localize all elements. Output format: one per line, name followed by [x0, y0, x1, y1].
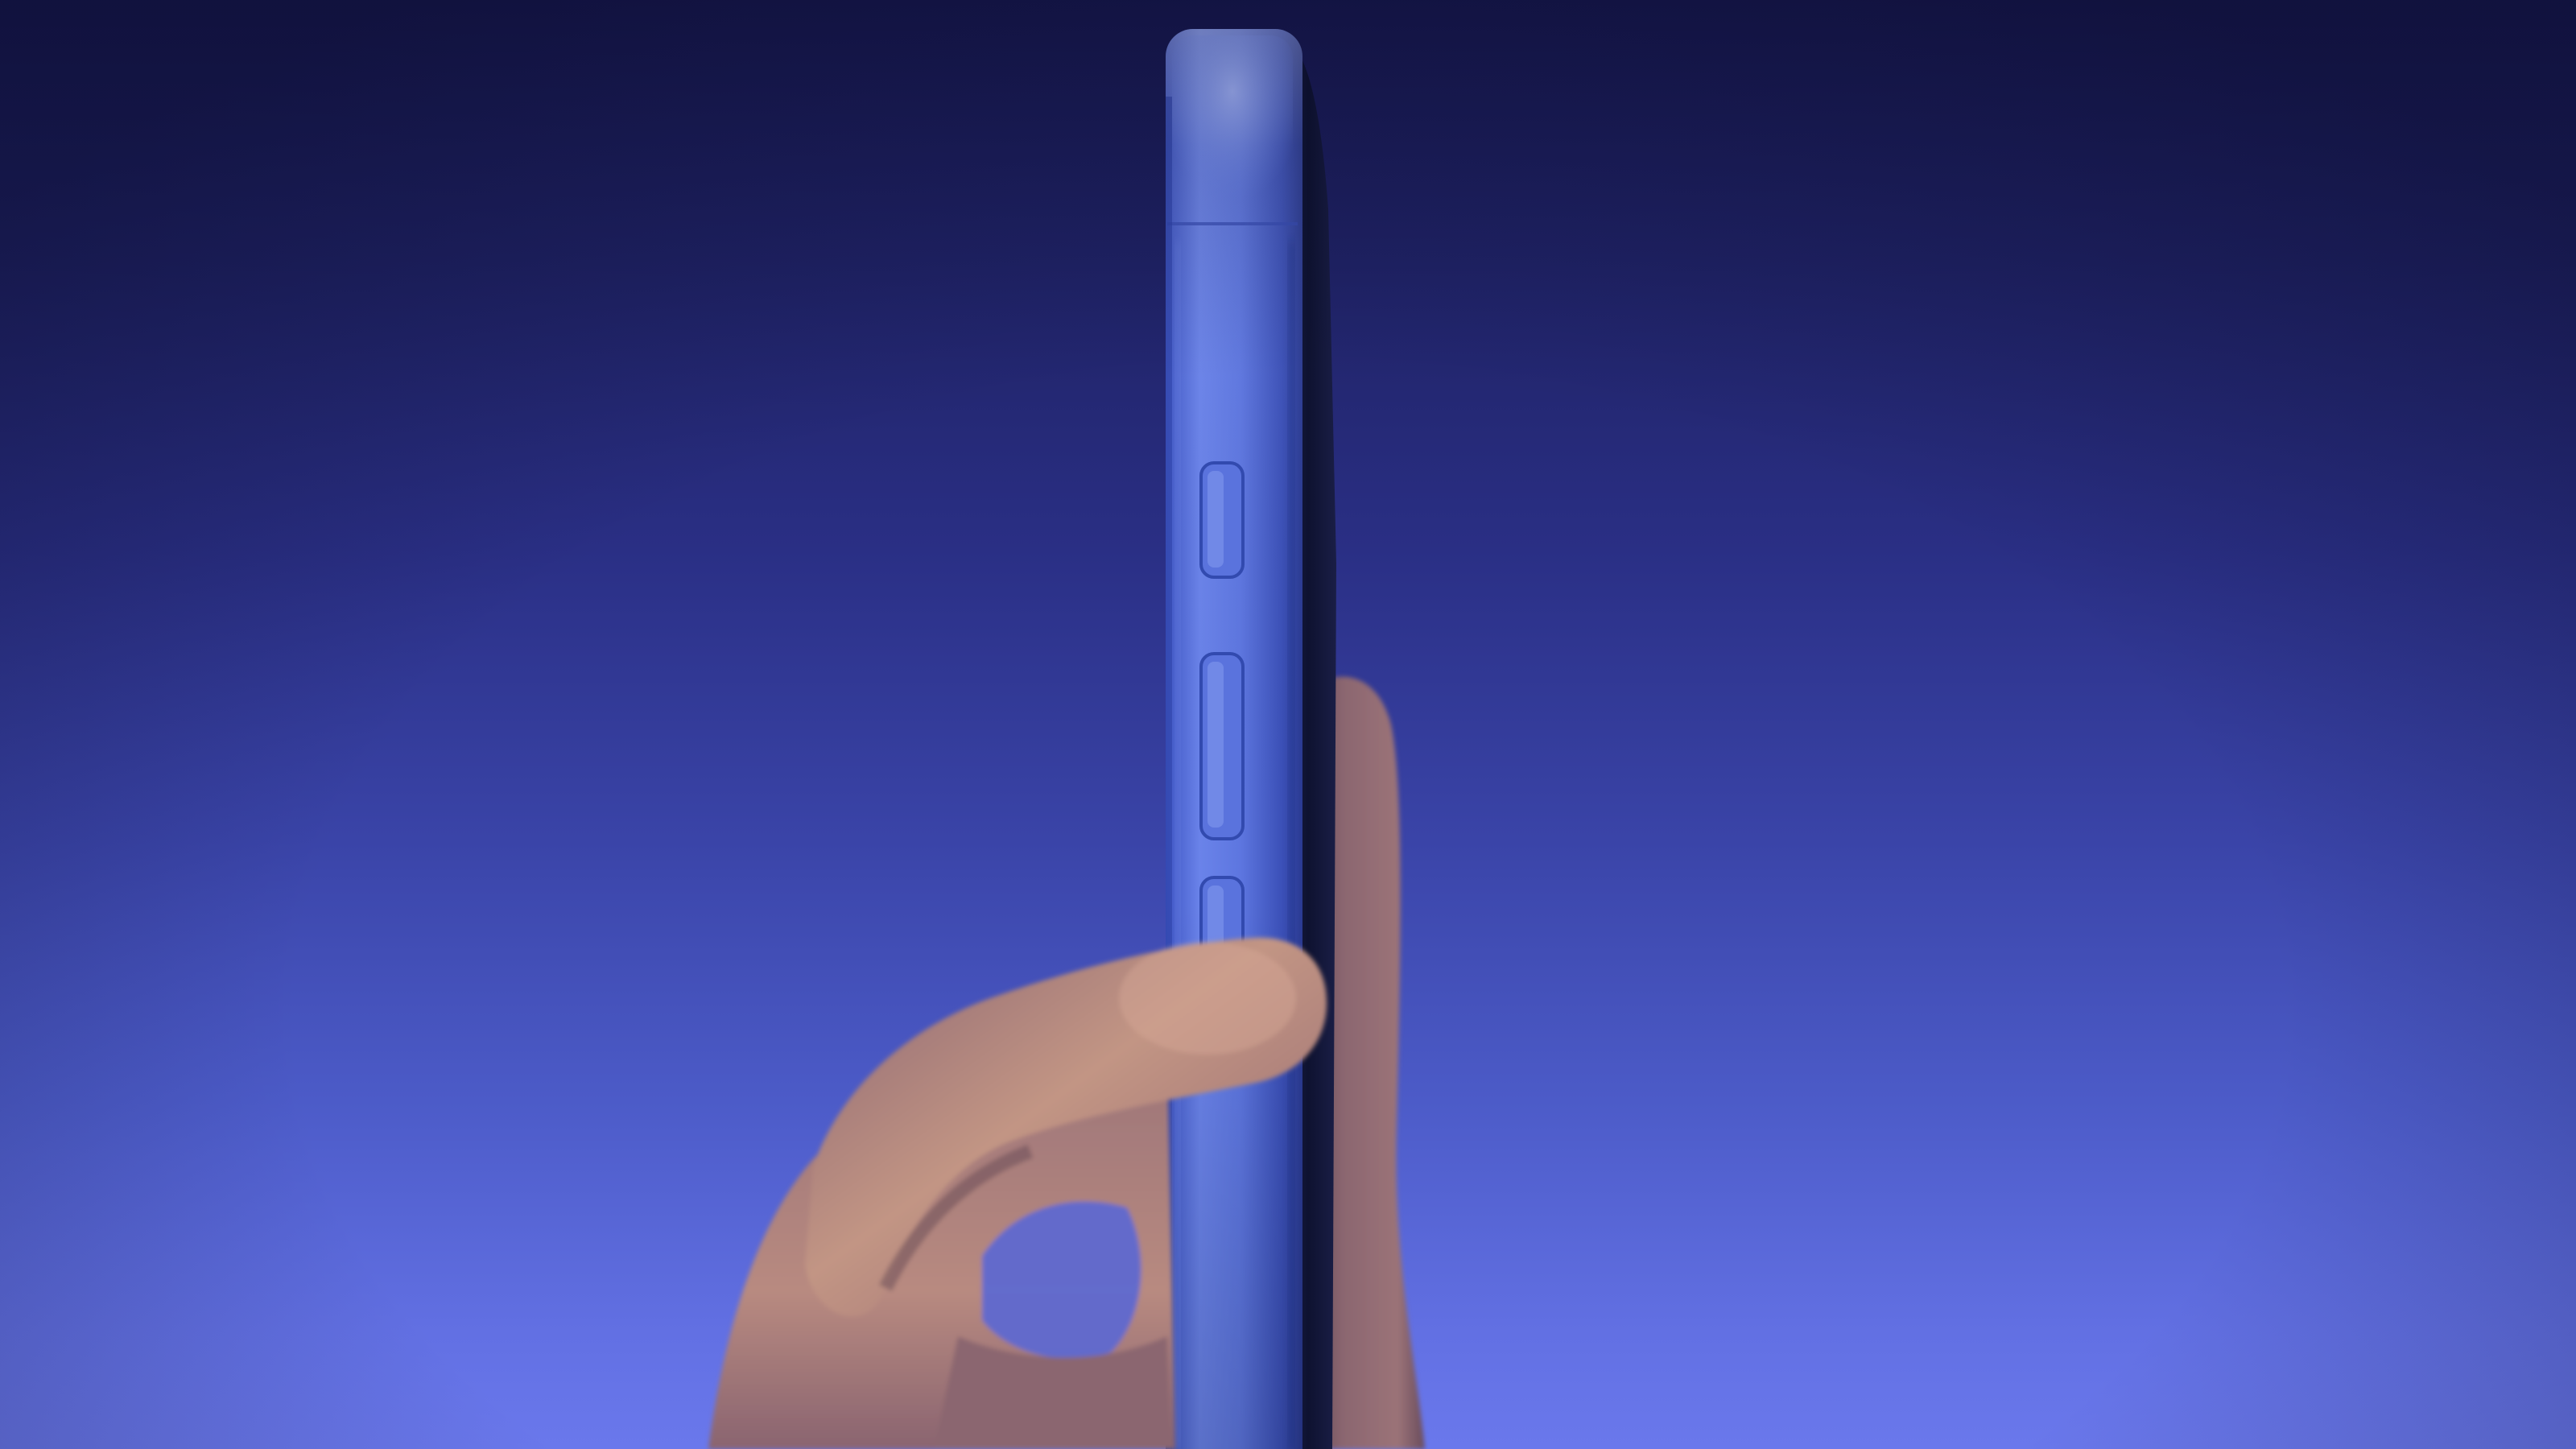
- action-button: [1199, 461, 1245, 579]
- phone-icon: [1166, 29, 1336, 1449]
- photo-scene: [0, 0, 2576, 1449]
- volume-up-button: [1199, 652, 1245, 840]
- phone-and-hand-illustration: [708, 29, 1425, 1449]
